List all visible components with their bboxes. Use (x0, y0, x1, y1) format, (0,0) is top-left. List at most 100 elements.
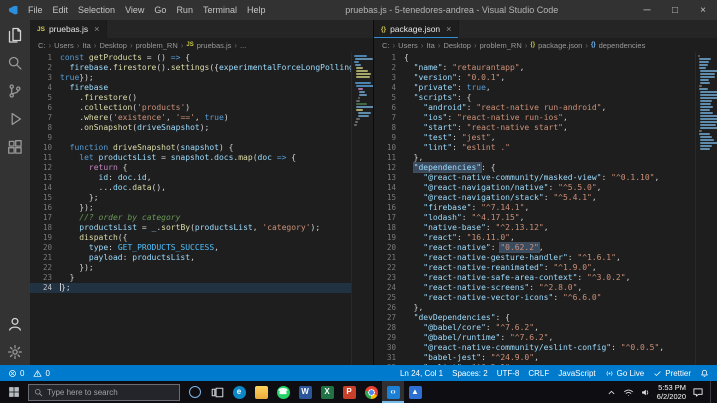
line-number[interactable]: 21 (30, 253, 60, 263)
menu-view[interactable]: View (120, 3, 149, 17)
code-line[interactable]: 15 "@react-navigation/stack": "^5.4.1", (374, 193, 695, 203)
code-line[interactable]: 1 const getProducts = () => { (30, 53, 351, 63)
breadcrumb-item[interactable]: problem_RN (480, 41, 522, 50)
line-number[interactable]: 3 (30, 73, 60, 83)
cortana-icon[interactable] (184, 381, 206, 403)
status-cursor-position[interactable]: Ln 24, Col 1 (400, 369, 443, 378)
code-line[interactable]: 25 "react-native-vector-icons": "^6.6.0" (374, 293, 695, 303)
line-number[interactable]: 30 (374, 343, 404, 353)
code-line[interactable]: 14 ...doc.data(), (30, 183, 351, 193)
code-line[interactable]: 21 payload: productsList, (30, 253, 351, 263)
code-line[interactable]: 9 (30, 133, 351, 143)
code-line[interactable]: 19 "react": "16.11.0", (374, 233, 695, 243)
status-eol[interactable]: CRLF (528, 369, 549, 378)
code-line[interactable]: 14 "@react-navigation/native": "^5.5.0", (374, 183, 695, 193)
breadcrumb-left[interactable]: C: › Users › Ita › Desktop › problem_RN › JS prueba… (30, 38, 373, 52)
code-line[interactable]: 19 dispatch({ (30, 233, 351, 243)
menu-file[interactable]: File (23, 3, 48, 17)
line-number[interactable]: 2 (30, 63, 60, 73)
line-number[interactable]: 10 (374, 143, 404, 153)
line-number[interactable]: 24 (30, 283, 60, 293)
code-line[interactable]: 11 let productsList = snapshot.docs.map(… (30, 153, 351, 163)
breadcrumb-right[interactable]: C: › Users › Ita › Desktop › problem_RN ›{} packag… (374, 38, 717, 52)
code-line[interactable]: 13 id: doc.id, (30, 173, 351, 183)
code-line[interactable]: 12 "dependencies": { (374, 163, 695, 173)
settings-gear-icon[interactable] (7, 344, 23, 360)
line-number[interactable]: 11 (374, 153, 404, 163)
breadcrumb-item[interactable]: Desktop (99, 41, 127, 50)
menu-run[interactable]: Run (171, 3, 198, 17)
line-number[interactable]: 14 (30, 183, 60, 193)
line-number[interactable]: 4 (374, 83, 404, 93)
line-number[interactable]: 24 (374, 283, 404, 293)
line-number[interactable]: 13 (30, 173, 60, 183)
line-number[interactable]: 19 (374, 233, 404, 243)
code-line[interactable]: 28 "@babel/core": "^7.6.2", (374, 323, 695, 333)
code-editor-left[interactable]: 1 const getProducts = () => {2 firebase.f… (30, 52, 351, 365)
line-number[interactable]: 22 (374, 263, 404, 273)
line-number[interactable]: 16 (374, 203, 404, 213)
code-line[interactable]: 17 //? order by category (30, 213, 351, 223)
line-number[interactable]: 1 (374, 53, 404, 63)
code-line[interactable]: 3 true}); (30, 73, 351, 83)
status-prettier[interactable]: Prettier (653, 369, 691, 378)
tab-close-icon[interactable]: × (446, 24, 451, 34)
code-line[interactable]: 23 } (30, 273, 351, 283)
line-number[interactable]: 18 (374, 223, 404, 233)
code-line[interactable]: 7 "ios": "react-native run-ios", (374, 113, 695, 123)
line-number[interactable]: 13 (374, 173, 404, 183)
code-line[interactable]: 20 type: GET_PRODUCTS_SUCCESS, (30, 243, 351, 253)
breadcrumb-item[interactable]: Users (54, 41, 74, 50)
task-view-icon[interactable] (206, 381, 228, 403)
code-line[interactable]: 10 "lint": "eslint ." (374, 143, 695, 153)
code-line[interactable]: 6 .collection('products') (30, 103, 351, 113)
taskbar-search[interactable] (28, 383, 180, 401)
line-number[interactable]: 14 (374, 183, 404, 193)
menu-help[interactable]: Help (242, 3, 271, 17)
breadcrumb-item[interactable]: Ita (426, 41, 434, 50)
problems-warnings[interactable]: 0 (33, 369, 50, 378)
code-line[interactable]: 8 .onSnapshot(driveSnapshot); (30, 123, 351, 133)
code-line[interactable]: 1{ (374, 53, 695, 63)
code-line[interactable]: 24 "react-native-screens": "^2.8.0", (374, 283, 695, 293)
line-number[interactable]: 12 (374, 163, 404, 173)
account-icon[interactable] (7, 316, 23, 332)
code-line[interactable]: 4 firebase (30, 83, 351, 93)
line-number[interactable]: 9 (30, 133, 60, 143)
line-number[interactable]: 17 (30, 213, 60, 223)
breadcrumb-item[interactable]: ... (240, 41, 246, 50)
tray-expand-icon[interactable] (606, 387, 617, 398)
code-line[interactable]: 6 "android": "react-native run-android", (374, 103, 695, 113)
breadcrumb-item[interactable]: Users (398, 41, 418, 50)
network-icon[interactable] (623, 387, 634, 398)
line-number[interactable]: 22 (30, 263, 60, 273)
breadcrumb-item[interactable]: C: (38, 41, 46, 50)
chrome-icon[interactable] (360, 381, 382, 403)
line-number[interactable]: 6 (30, 103, 60, 113)
photos-icon[interactable]: ▲ (404, 381, 426, 403)
close-button[interactable]: × (689, 0, 717, 20)
code-line[interactable]: 16 "firebase": "^7.14.1", (374, 203, 695, 213)
line-number[interactable]: 1 (30, 53, 60, 63)
vscode-icon[interactable]: ‹› (382, 381, 404, 403)
line-number[interactable]: 16 (30, 203, 60, 213)
word-icon[interactable]: W (294, 381, 316, 403)
minimap-left[interactable] (351, 52, 373, 365)
line-number[interactable]: 28 (374, 323, 404, 333)
code-line[interactable]: 12 return { (30, 163, 351, 173)
line-number[interactable]: 8 (374, 123, 404, 133)
code-line[interactable]: 15 }; (30, 193, 351, 203)
code-line[interactable]: 23 "react-native-safe-area-context": "^3… (374, 273, 695, 283)
code-line[interactable]: 7 .where('existence', '==', true) (30, 113, 351, 123)
line-number[interactable]: 11 (30, 153, 60, 163)
code-line[interactable]: 17 "lodash": "^4.17.15", (374, 213, 695, 223)
code-line[interactable]: 29 "@babel/runtime": "^7.6.2", (374, 333, 695, 343)
line-number[interactable]: 26 (374, 303, 404, 313)
menu-go[interactable]: Go (149, 3, 171, 17)
breadcrumb-item[interactable]: Ita (82, 41, 90, 50)
code-line[interactable]: 2 firebase.firestore().settings({experim… (30, 63, 351, 73)
line-number[interactable]: 4 (30, 83, 60, 93)
show-desktop-button[interactable] (710, 381, 714, 403)
breadcrumb-item[interactable]: package.json (538, 41, 582, 50)
maximize-button[interactable]: □ (661, 0, 689, 20)
